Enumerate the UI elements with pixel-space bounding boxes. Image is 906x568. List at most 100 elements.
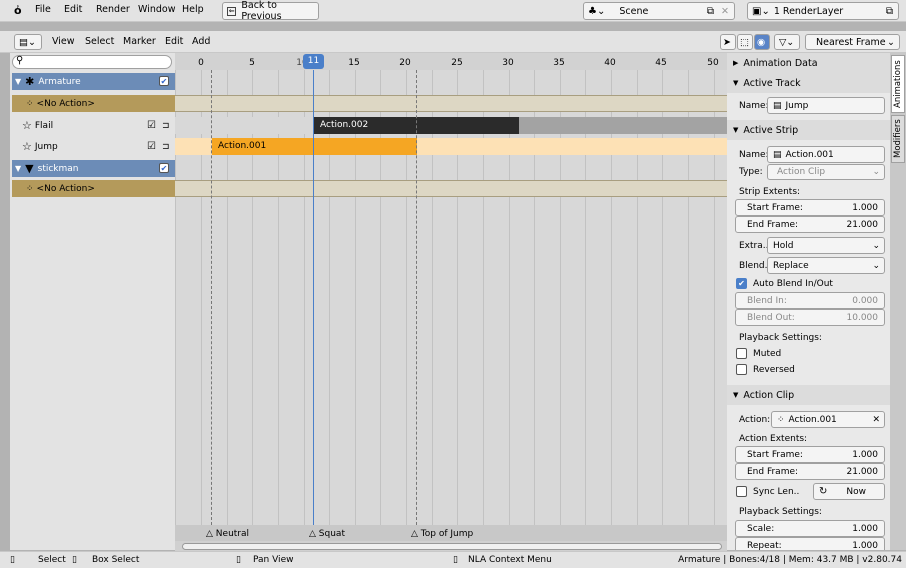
tick-label: 45 xyxy=(655,58,667,68)
close-scene-icon[interactable]: ✕ xyxy=(721,6,729,17)
close-icon[interactable]: ✕ xyxy=(872,415,880,425)
menu-view[interactable]: View xyxy=(52,36,75,47)
action-start-frame-field[interactable]: Start Frame: 1.000 xyxy=(735,446,885,463)
marker-line-neutral xyxy=(211,70,212,525)
new-layer-icon[interactable]: ⧉ xyxy=(886,6,893,17)
armature-toggle-checkbox[interactable]: ✔ xyxy=(159,76,169,86)
auto-blend-checkbox[interactable]: ✔ xyxy=(736,278,747,289)
select-box-icon: ⬚ xyxy=(740,36,749,48)
expand-chevron-icon[interactable]: ▼ xyxy=(15,164,21,173)
blend-out-field: Blend Out: 10.000 xyxy=(735,309,885,326)
stickman-action-row[interactable] xyxy=(175,180,727,197)
chevron-down-icon: ⌄ xyxy=(872,240,880,251)
current-frame-indicator[interactable]: 11 xyxy=(303,54,324,69)
lock-icon[interactable]: ⊐ xyxy=(162,121,170,131)
strip-icon: ▤ xyxy=(773,149,782,160)
muted-checkbox[interactable] xyxy=(736,348,747,359)
filter-button[interactable]: ▽⌄ xyxy=(774,34,800,50)
sync-length-checkbox[interactable] xyxy=(736,486,747,497)
panel-animation-data[interactable]: ▶ Animation Data xyxy=(727,53,890,73)
strip-name-label: Name: xyxy=(739,150,769,160)
channel-armature[interactable]: ▼ ✱ Armature ✔ xyxy=(12,73,175,90)
menu-marker[interactable]: Marker xyxy=(123,36,156,47)
cursor-button[interactable]: ➤ xyxy=(720,34,736,50)
menu-edit[interactable]: Edit xyxy=(64,4,82,15)
blending-select[interactable]: Replace ⌄ xyxy=(767,257,885,274)
sync-length-label: Sync Len.. xyxy=(753,487,800,497)
reversed-checkbox[interactable] xyxy=(736,364,747,375)
chevron-down-icon: ▼ xyxy=(733,126,739,134)
marker-triangle-icon: △ xyxy=(206,529,213,539)
scene-selector[interactable]: ♣⌄ Scene ⧉ ✕ xyxy=(583,2,735,20)
channel-track-flail[interactable]: ☆ Flail ☑ ⊐ xyxy=(12,117,175,134)
blender-logo-icon[interactable]: ὀ xyxy=(14,4,22,17)
strip-hold-flail xyxy=(519,117,727,134)
marker-top-of-jump[interactable]: △ Top of Jump xyxy=(411,529,473,539)
mute-checkbox-icon[interactable]: ☑ xyxy=(147,120,156,131)
marker-triangle-icon: △ xyxy=(309,529,316,539)
menu-render[interactable]: Render xyxy=(96,4,130,15)
action-field[interactable]: ⁘ Action.001 ✕ xyxy=(771,411,885,428)
channel-stickman-no-action[interactable]: ⁘ <No Action> xyxy=(12,180,175,197)
ghost-curves-button[interactable]: ◉ xyxy=(754,34,770,50)
channel-stickman[interactable]: ▼ ▼ stickman ✔ xyxy=(12,160,175,177)
properties-sidebar: ▶ Animation Data ▼ Active Track Name: ▤ … xyxy=(727,53,890,550)
star-icon[interactable]: ☆ xyxy=(22,119,32,132)
strip-start-frame-field[interactable]: Start Frame: 1.000 xyxy=(735,199,885,216)
channel-armature-no-action[interactable]: ⁘ <No Action> xyxy=(12,95,175,112)
menu-edit-nla[interactable]: Edit xyxy=(165,36,183,47)
action-playback-label: Playback Settings: xyxy=(739,507,822,517)
marker-neutral[interactable]: △ Neutral xyxy=(206,529,249,539)
panel-active-track[interactable]: ▼ Active Track xyxy=(727,73,890,93)
repeat-field[interactable]: Repeat: 1.000 xyxy=(735,537,885,550)
sync-now-button[interactable]: ↻ Now xyxy=(813,483,885,500)
horizontal-scrollbar[interactable] xyxy=(175,541,727,551)
armature-action-row[interactable] xyxy=(175,95,727,112)
menu-select[interactable]: Select xyxy=(85,36,114,47)
muted-label: Muted xyxy=(753,349,782,359)
tick-label: 50 xyxy=(707,58,719,68)
lock-icon[interactable]: ⊐ xyxy=(162,142,170,152)
mute-checkbox-icon[interactable]: ☑ xyxy=(147,141,156,152)
strip-end-frame-field[interactable]: End Frame: 21.000 xyxy=(735,216,885,233)
tick-label: 30 xyxy=(502,58,514,68)
tab-modifiers[interactable]: Modifiers xyxy=(891,115,905,163)
marker-triangle-icon: △ xyxy=(411,529,418,539)
panel-active-strip[interactable]: ▼ Active Strip xyxy=(727,120,890,140)
extrapolation-select[interactable]: Hold ⌄ xyxy=(767,237,885,254)
mouse-right-icon: ▯ xyxy=(453,555,458,565)
render-layer-selector[interactable]: ▣⌄ 1 RenderLayer ⧉ xyxy=(747,2,899,20)
tab-animations[interactable]: Animations xyxy=(891,55,905,113)
stickman-toggle-checkbox[interactable]: ✔ xyxy=(159,163,169,173)
back-to-previous-button[interactable]: ⇐ Back to Previous xyxy=(222,0,319,22)
strip-action-001[interactable]: Action.001 xyxy=(212,138,417,155)
filter-icon: ▽⌄ xyxy=(779,36,795,48)
action-end-frame-field[interactable]: End Frame: 21.000 xyxy=(735,463,885,480)
menu-add[interactable]: Add xyxy=(192,36,210,47)
strip-type-label: Type: xyxy=(739,167,763,177)
snap-mode-selector[interactable]: Nearest Frame ⌄ xyxy=(805,34,900,50)
extrapolation-label: Extra.. xyxy=(739,241,769,251)
scale-field[interactable]: Scale: 1.000 xyxy=(735,520,885,537)
scroll-thumb[interactable] xyxy=(182,543,722,550)
current-frame-line[interactable] xyxy=(313,70,314,541)
armature-icon: ✱ xyxy=(25,75,35,88)
sidebar-tabs: Animations Modifiers xyxy=(890,53,906,550)
menu-help[interactable]: Help xyxy=(182,4,204,15)
action-label: Action: xyxy=(739,415,771,425)
include-selected-button[interactable]: ⬚ xyxy=(737,34,753,50)
expand-chevron-icon[interactable]: ▼ xyxy=(15,77,21,86)
marker-squat[interactable]: △ Squat xyxy=(309,529,345,539)
track-icon: ▤ xyxy=(773,100,782,111)
channel-track-jump[interactable]: ☆ Jump ☑ ⊐ xyxy=(12,138,175,155)
status-bar: ▯ Select ▯ Box Select ▯ Pan View ▯ NLA C… xyxy=(0,551,906,568)
star-icon[interactable]: ☆ xyxy=(22,140,32,153)
track-name-field[interactable]: ▤ Jump xyxy=(767,97,885,114)
channel-search-input[interactable]: ⚲ xyxy=(12,55,172,69)
menu-window[interactable]: Window xyxy=(138,4,175,15)
editor-type-button[interactable]: ▤⌄ xyxy=(14,34,42,50)
nla-editor-icon: ▤⌄ xyxy=(19,36,36,48)
strip-name-field[interactable]: ▤ Action.001 xyxy=(767,146,885,163)
menu-file[interactable]: File xyxy=(35,4,51,15)
panel-action-clip[interactable]: ▼ Action Clip xyxy=(727,385,890,405)
